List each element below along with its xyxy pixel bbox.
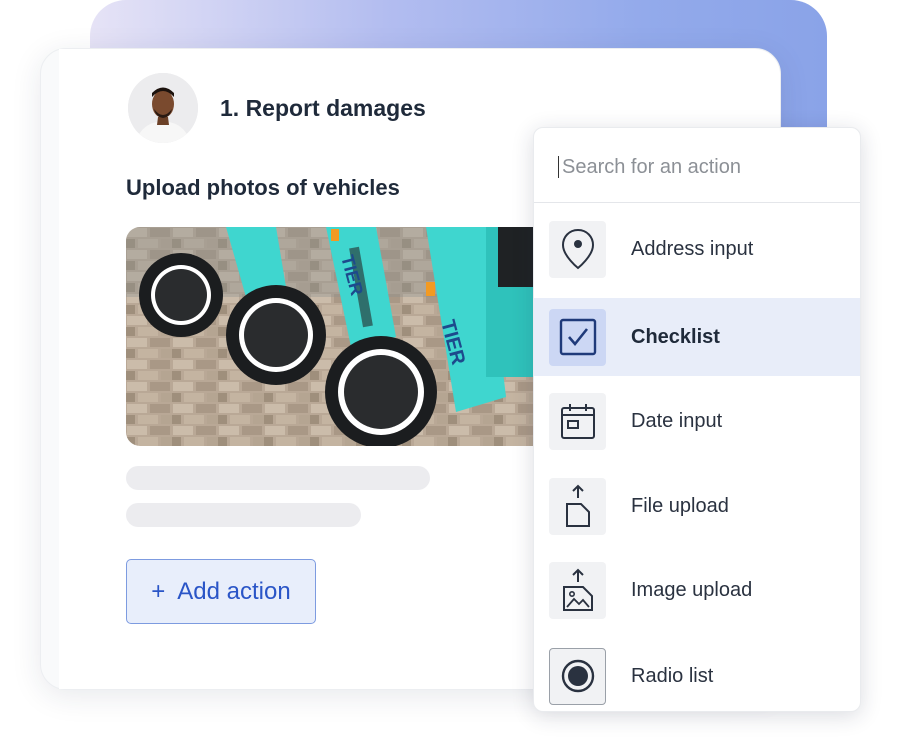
calendar-icon bbox=[549, 392, 606, 450]
action-item-label: File upload bbox=[631, 494, 729, 517]
section-heading: Upload photos of vehicles bbox=[126, 175, 400, 200]
action-item-file-upload[interactable]: File upload bbox=[534, 467, 860, 545]
map-pin-icon bbox=[549, 220, 606, 278]
image-upload-icon bbox=[549, 561, 606, 619]
avatar-portrait bbox=[128, 73, 198, 143]
action-item-radio-list[interactable]: Radio list bbox=[534, 637, 860, 711]
action-item-address-input[interactable]: Address input bbox=[534, 210, 860, 288]
action-item-label: Address input bbox=[631, 237, 754, 260]
action-item-image-upload[interactable]: Image upload bbox=[534, 551, 860, 629]
action-item-label: Date input bbox=[631, 409, 723, 432]
file-upload-icon bbox=[549, 477, 606, 535]
action-item-label: Radio list bbox=[631, 664, 714, 687]
plus-icon: + bbox=[151, 577, 166, 605]
search-input[interactable] bbox=[560, 152, 844, 182]
avatar bbox=[128, 73, 198, 143]
action-search bbox=[534, 128, 860, 203]
text-cursor bbox=[558, 156, 559, 178]
add-action-button[interactable]: + Add action bbox=[126, 559, 316, 624]
action-item-checklist[interactable]: Checklist bbox=[534, 298, 860, 376]
action-picker: Address input Checklist Date input bbox=[533, 127, 861, 712]
radio-icon bbox=[549, 647, 606, 705]
action-item-date-input[interactable]: Date input bbox=[534, 382, 860, 460]
step-title: 1. Report damages bbox=[220, 95, 426, 121]
add-action-label: Add action bbox=[177, 577, 291, 605]
checkbox-icon bbox=[549, 308, 606, 366]
action-item-label: Image upload bbox=[631, 578, 753, 601]
action-item-label: Checklist bbox=[631, 325, 720, 348]
placeholder-line bbox=[126, 466, 430, 490]
vehicle-photo: TIER TIER bbox=[126, 227, 566, 446]
placeholder-line bbox=[126, 503, 361, 527]
